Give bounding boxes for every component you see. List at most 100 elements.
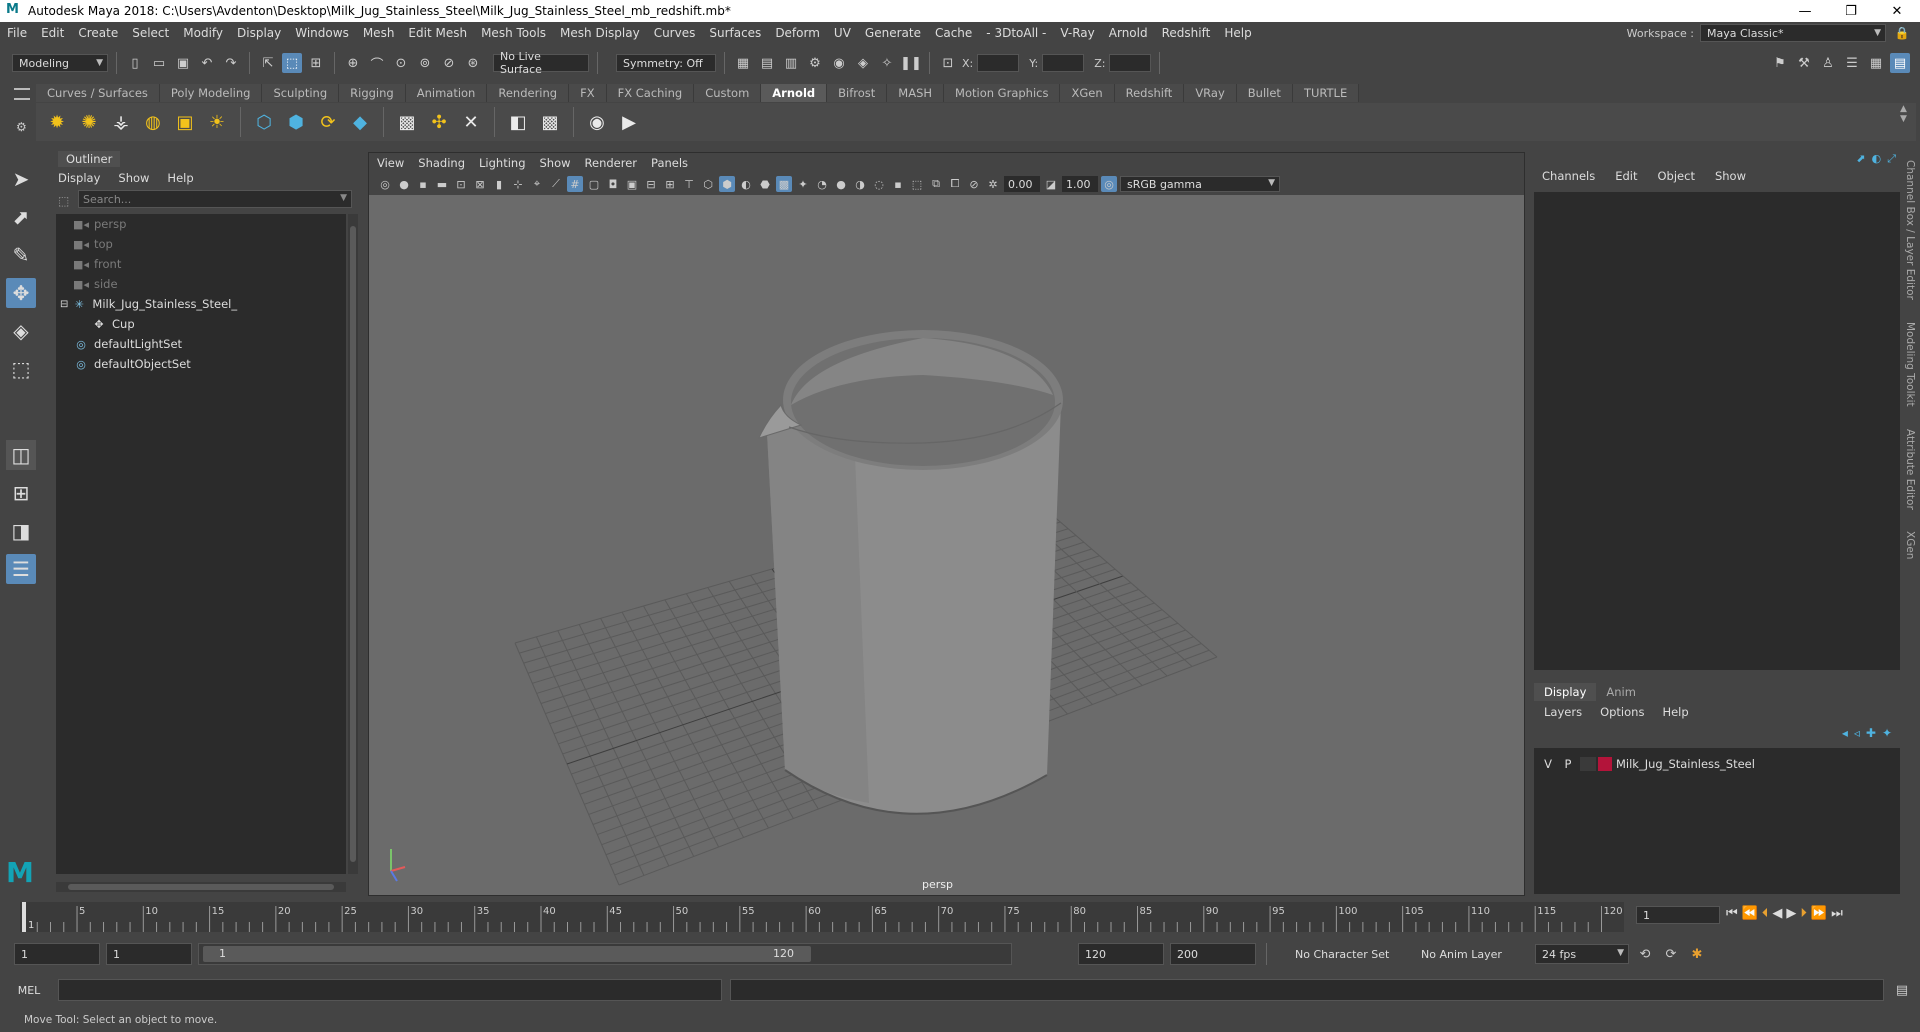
menu-help[interactable]: Help [1217,26,1258,40]
bookmark-icon[interactable]: ▪ [415,176,431,192]
channel-box-icon[interactable]: ▤ [1890,53,1910,73]
wireframe-on-shaded-icon[interactable]: ⬡ [700,176,716,192]
float-panel-icon[interactable]: ◐ [1872,152,1882,166]
snap-curve-icon[interactable]: ⌒ [367,53,387,73]
xray-icon[interactable]: ▪ [890,176,906,192]
shelf-scroll-icon[interactable]: ▲ ▼ [1900,104,1907,124]
new-scene-icon[interactable]: ▯ [125,53,145,73]
arnold-physical-sky-icon[interactable]: ☀ [204,109,230,135]
command-language-label[interactable]: MEL [0,984,58,997]
undo-icon[interactable]: ↶ [197,53,217,73]
arnold-preview-icon[interactable]: ◉ [584,109,610,135]
pin-icon[interactable]: ⬈ [1856,152,1865,166]
menu-v-ray[interactable]: V-Ray [1053,26,1101,40]
layer-menu-options[interactable]: Options [1600,705,1644,719]
close-button[interactable]: ✕ [1874,4,1920,19]
open-scene-icon[interactable]: ▭ [149,53,169,73]
layer-tab-display[interactable]: Display [1534,683,1597,701]
use-all-lights-icon[interactable]: ⬣ [757,176,773,192]
outliner-item[interactable]: ■◂ persp [56,214,346,234]
smooth-shade-icon[interactable]: ◘ [605,176,621,192]
menu-uv[interactable]: UV [827,26,858,40]
layer-tab-anim[interactable]: Anim [1596,683,1646,701]
layer-display-type[interactable] [1580,757,1596,771]
arnold-area-light-icon[interactable]: ✺ [76,109,102,135]
render-view-icon[interactable]: ▦ [733,53,753,73]
sign-in-icon[interactable]: ⚑ [1770,53,1790,73]
menu-windows[interactable]: Windows [288,26,356,40]
outliner-item[interactable]: ◎ defaultLightSet [56,334,346,354]
character-set-select[interactable]: No Character Set [1277,943,1401,965]
isolate-icon[interactable]: ⊤ [681,176,697,192]
arnold-mesh-light-icon[interactable]: ▣ [172,109,198,135]
shelf-tab-custom[interactable]: Custom [694,84,762,102]
symmetry-select[interactable]: Symmetry: Off [616,54,716,72]
layer-color-swatch[interactable] [1598,757,1612,771]
shelf-tab-animation[interactable]: Animation [405,84,488,102]
arnold-render-view-icon[interactable]: ◧ [505,109,531,135]
animation-preferences-icon[interactable]: ✱ [1687,944,1707,964]
zoom-icon[interactable]: ⊘ [966,176,982,192]
arnold-sky-icon[interactable]: ◍ [140,109,166,135]
two-view-layout-icon[interactable]: ◨ [6,516,36,546]
shelf-tab-arnold[interactable]: Arnold [761,84,828,102]
menu-create[interactable]: Create [71,26,125,40]
menu-edit-mesh[interactable]: Edit Mesh [401,26,474,40]
select-component-icon[interactable]: ⊞ [306,53,326,73]
redo-icon[interactable]: ↷ [221,53,241,73]
lasso-tool-icon[interactable]: ⬈ [6,202,36,232]
pause-render-icon[interactable]: ❚❚ [900,53,922,73]
shelf-settings-icon[interactable]: ⚙ [16,120,27,134]
arnold-curve-collector-icon[interactable]: ⟳ [315,109,341,135]
isolate-select-icon[interactable]: ⧉ [928,176,944,192]
menu-select[interactable]: Select [125,26,176,40]
ambient-occlusion-icon[interactable]: ◔ [814,176,830,192]
maximize-button[interactable]: ❐ [1828,4,1874,19]
color-management-icon[interactable]: ◎ [1101,176,1117,192]
range-slider-handle[interactable] [203,946,811,962]
side-tab-modeling-toolkit[interactable]: Modeling Toolkit [1904,322,1916,407]
exposure-input[interactable]: 0.00 [1004,176,1040,192]
single-perspective-layout-icon[interactable]: ◫ [6,440,36,470]
flat-shade-icon[interactable]: ▣ [624,176,640,192]
snap-grid-icon[interactable]: ⊕ [343,53,363,73]
channel-box-menu-edit[interactable]: Edit [1615,169,1637,183]
motion-blur-icon[interactable]: ● [833,176,849,192]
shelf-tab-bifrost[interactable]: Bifrost [827,84,888,102]
tool-settings-icon[interactable]: ▦ [1866,53,1886,73]
shelf-tab-poly-modeling[interactable]: Poly Modeling [159,84,263,102]
menu-mesh-display[interactable]: Mesh Display [553,26,647,40]
menu-generate[interactable]: Generate [858,26,928,40]
side-tab-channel-box-layer-editor[interactable]: Channel Box / Layer Editor [1904,160,1916,300]
menu-curves[interactable]: Curves [647,26,703,40]
menu-3dtoall[interactable]: - 3DtoAll - [979,26,1053,40]
menu-surfaces[interactable]: Surfaces [702,26,768,40]
outliner-menu-display[interactable]: Display [58,171,100,185]
menu-redshift[interactable]: Redshift [1155,26,1218,40]
layer-menu-layers[interactable]: Layers [1544,705,1582,719]
chevron-down-icon[interactable]: ▼ [340,193,347,203]
shelf-tab-xgen[interactable]: XGen [1060,84,1115,102]
scrollbar-thumb[interactable] [350,226,356,862]
render-setup-icon[interactable]: ◈ [853,53,873,73]
step-forward-key-icon[interactable]: ⏩ [1811,906,1827,921]
outliner-item[interactable]: ⊟ ✳ Milk_Jug_Stainless_Steel_ [56,294,346,314]
shelf-tab-mash[interactable]: MASH [887,84,945,102]
depth-of-field-icon[interactable]: ◌ [871,176,887,192]
camera-attributes-icon[interactable]: ● [396,176,412,192]
select-tool-icon[interactable]: ➤ [6,164,36,194]
play-forwards-icon[interactable]: ▶ [1786,906,1796,921]
scrollbar-thumb[interactable] [68,884,334,890]
3d-scene-view[interactable]: persp [369,195,1524,895]
channel-box-menu-show[interactable]: Show [1715,169,1746,183]
mode-select[interactable]: Modeling ▼ [12,54,108,72]
hypershade-icon[interactable]: ◉ [829,53,849,73]
channel-box-menu-object[interactable]: Object [1658,169,1695,183]
modeling-toolkit-icon[interactable]: ⚒ [1794,53,1814,73]
safe-action-icon[interactable]: ⌖ [529,176,545,192]
workspace-select[interactable]: Maya Classic* ▼ [1700,24,1886,42]
snap-live-icon[interactable]: ⊛ [463,53,483,73]
current-frame-input[interactable]: 1 [1636,906,1720,924]
outliner-tab[interactable]: Outliner [58,151,121,167]
shelf-tab-bullet[interactable]: Bullet [1236,84,1293,102]
